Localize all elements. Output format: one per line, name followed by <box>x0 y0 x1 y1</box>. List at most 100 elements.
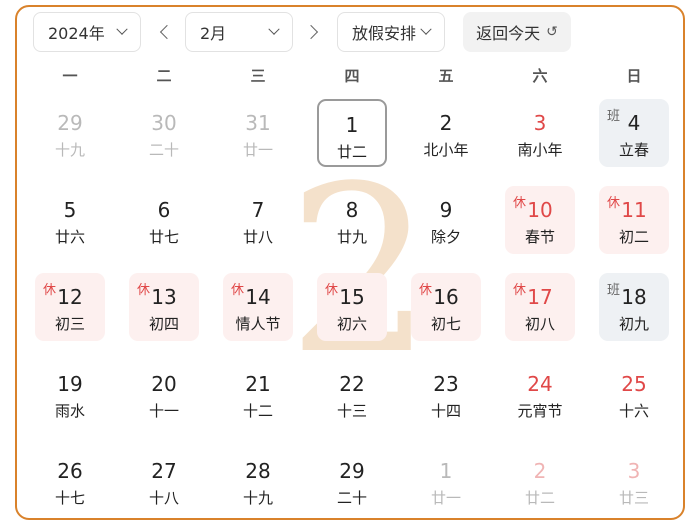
lunar-date: 十八 <box>148 489 179 507</box>
day-cell[interactable]: 3 南小年 <box>505 99 575 167</box>
day-cell[interactable]: 2 廿二 <box>505 447 575 515</box>
return-icon: ↺ <box>546 24 558 40</box>
day-cell[interactable]: 7 廿八 <box>223 186 293 254</box>
day-number: 8 <box>345 198 359 222</box>
day-cell[interactable]: 27 十八 <box>129 447 199 515</box>
day-cell[interactable]: 8 廿九 <box>317 186 387 254</box>
lunar-date: 二十 <box>336 489 367 507</box>
day-cell[interactable]: 2 北小年 <box>411 99 481 167</box>
lunar-date: 廿二 <box>336 143 367 161</box>
day-cell[interactable]: 23 十四 <box>411 360 481 428</box>
day-cell[interactable]: 25 十六 <box>599 360 669 428</box>
lunar-date: 十九 <box>242 489 273 507</box>
day-cell[interactable]: 5 廿六 <box>35 186 105 254</box>
day-cell[interactable]: 1 廿一 <box>411 447 481 515</box>
day-cell[interactable]: 29 二十 <box>317 447 387 515</box>
lunar-date: 北小年 <box>423 141 469 159</box>
month-select-label: 2月 <box>200 24 227 43</box>
day-cell[interactable]: 30 二十 <box>129 99 199 167</box>
prev-month-button[interactable] <box>155 12 179 52</box>
day-number: 23 <box>433 372 459 396</box>
day-number: 14 <box>245 285 271 309</box>
lunar-date: 十二 <box>242 402 273 420</box>
day-number: 19 <box>57 372 83 396</box>
today-button-label: 返回今天 <box>476 24 541 43</box>
day-number: 3 <box>627 459 641 483</box>
day-number: 13 <box>151 285 177 309</box>
lunar-date: 十四 <box>430 402 461 420</box>
day-number: 10 <box>527 198 553 222</box>
holiday-schedule-select[interactable]: 放假安排 <box>337 12 445 52</box>
day-number: 7 <box>251 198 265 222</box>
day-number: 26 <box>57 459 83 483</box>
weekday-label: 五 <box>438 67 454 85</box>
day-cell[interactable]: 休 16 初七 <box>411 273 481 341</box>
day-number: 12 <box>57 285 83 309</box>
day-cell[interactable]: 休 12 初三 <box>35 273 105 341</box>
day-cell[interactable]: 休 11 初二 <box>599 186 669 254</box>
day-number: 16 <box>433 285 459 309</box>
lunar-date: 二十 <box>148 141 179 159</box>
day-cell[interactable]: 班 18 初九 <box>599 273 669 341</box>
day-number: 29 <box>57 111 83 135</box>
day-number: 24 <box>527 372 553 396</box>
weekday-label: 四 <box>344 67 360 85</box>
lunar-date: 情人节 <box>235 315 281 333</box>
day-number: 3 <box>533 111 547 135</box>
lunar-date: 廿一 <box>242 141 273 159</box>
day-cell[interactable]: 28 十九 <box>223 447 293 515</box>
day-cell[interactable]: 3 廿三 <box>599 447 669 515</box>
day-number: 4 <box>627 111 641 135</box>
weekday-label: 二 <box>156 67 172 85</box>
day-cell[interactable]: 26 十七 <box>35 447 105 515</box>
lunar-date: 初二 <box>618 228 649 246</box>
month-select[interactable]: 2月 <box>185 12 293 52</box>
lunar-date: 春节 <box>524 228 555 246</box>
day-cell[interactable]: 20 十一 <box>129 360 199 428</box>
chevron-right-icon <box>303 24 319 40</box>
chevron-left-icon <box>159 24 175 40</box>
day-cell[interactable]: 休 13 初四 <box>129 273 199 341</box>
day-cell[interactable]: 24 元宵节 <box>505 360 575 428</box>
day-number: 29 <box>339 459 365 483</box>
calendar-panel: 2024年 2月 放假安排 返回今天 ↺ 一二三四五六日 2 29 十九 30 二十 3… <box>15 5 685 520</box>
lunar-date: 初三 <box>54 315 85 333</box>
year-select-label: 2024年 <box>48 24 105 43</box>
holiday-select-label: 放假安排 <box>352 24 417 43</box>
year-select[interactable]: 2024年 <box>33 12 141 52</box>
lunar-date: 十三 <box>336 402 367 420</box>
lunar-date: 廿九 <box>336 228 367 246</box>
lunar-date: 初九 <box>618 315 649 333</box>
back-to-today-button[interactable]: 返回今天 ↺ <box>463 12 571 52</box>
day-number: 1 <box>345 113 359 137</box>
day-cell[interactable]: 19 雨水 <box>35 360 105 428</box>
calendar-toolbar: 2024年 2月 放假安排 返回今天 ↺ <box>17 7 683 63</box>
day-number: 2 <box>439 111 453 135</box>
day-cell[interactable]: 休 17 初八 <box>505 273 575 341</box>
lunar-date: 初四 <box>148 315 179 333</box>
lunar-date: 廿二 <box>524 489 555 507</box>
lunar-date: 雨水 <box>54 402 85 420</box>
day-cell[interactable]: 31 廿一 <box>223 99 293 167</box>
day-cell[interactable]: 9 除夕 <box>411 186 481 254</box>
day-cell[interactable]: 班 4 立春 <box>599 99 669 167</box>
day-cell[interactable]: 22 十三 <box>317 360 387 428</box>
lunar-date: 初七 <box>430 315 461 333</box>
day-number: 28 <box>245 459 271 483</box>
day-cell[interactable]: 休 10 春节 <box>505 186 575 254</box>
weekday-label: 六 <box>532 67 548 85</box>
lunar-date: 十七 <box>54 489 85 507</box>
day-cell[interactable]: 21 十二 <box>223 360 293 428</box>
weekday-label: 日 <box>626 67 642 85</box>
lunar-date: 廿三 <box>618 489 649 507</box>
day-cell[interactable]: 6 廿七 <box>129 186 199 254</box>
day-number: 27 <box>151 459 177 483</box>
next-month-button[interactable] <box>299 12 323 52</box>
lunar-date: 廿一 <box>430 489 461 507</box>
day-cell[interactable]: 29 十九 <box>35 99 105 167</box>
day-cell[interactable]: 休 14 情人节 <box>223 273 293 341</box>
day-cell[interactable]: 休 15 初六 <box>317 273 387 341</box>
day-cell-selected[interactable]: 1 廿二 <box>317 99 387 167</box>
lunar-date: 除夕 <box>430 228 461 246</box>
day-number: 31 <box>245 111 271 135</box>
